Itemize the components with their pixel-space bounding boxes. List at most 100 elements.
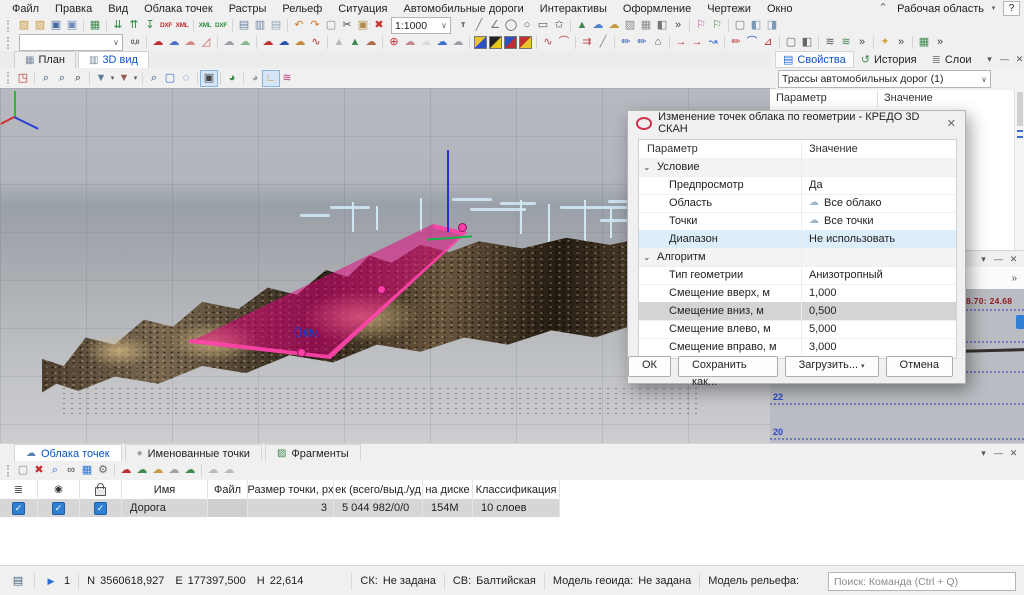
workspace-dropdown-icon[interactable]: ▾	[990, 1, 997, 16]
precision-icon[interactable]: 0,0	[127, 35, 143, 50]
filter-visibility-dropdown-icon[interactable]: ▾	[109, 71, 116, 86]
panel-menu-icon[interactable]: ▾	[977, 252, 990, 267]
lock-column-icon[interactable]	[80, 480, 122, 499]
file-column[interactable]: Файл	[208, 480, 248, 499]
pan-zoom-icon[interactable]: ⌕	[38, 71, 54, 86]
fill-style-icon[interactable]: ◧	[654, 18, 670, 33]
tab-fragments[interactable]: ▨ Фрагменты	[265, 444, 361, 462]
circle-icon[interactable]: ○	[519, 18, 535, 33]
save-icon[interactable]: ▣	[48, 18, 64, 33]
minimize-icon[interactable]: —	[998, 52, 1011, 67]
properties-scrollbar[interactable]	[1014, 90, 1024, 250]
raster-icon[interactable]: ▨	[622, 18, 638, 33]
object-selector-combobox[interactable]: Трассы автомобильных дорог (1) ∨	[778, 70, 991, 88]
dash-line-icon[interactable]: ╱	[595, 35, 611, 50]
tangent-icon[interactable]: ⌒	[556, 35, 572, 50]
properties-value-column[interactable]: Значение	[878, 90, 939, 107]
cloud-outline-icon[interactable]: ☁	[182, 35, 198, 50]
dialog-row-area[interactable]: Область ☁Все облако	[639, 194, 956, 213]
filter-visibility-icon[interactable]: ▼	[93, 71, 109, 86]
tab-3d-view[interactable]: ▥ 3D вид	[78, 51, 149, 68]
new-cloud-icon[interactable]: ▢	[15, 463, 31, 478]
cloud-table-icon[interactable]: ▦	[79, 463, 95, 478]
name-column[interactable]: Имя	[122, 480, 208, 499]
draw-order-icon[interactable]: ▤	[10, 574, 26, 589]
road-vertex-marker[interactable]	[297, 348, 306, 357]
dialog-row-offset-right[interactable]: Смещение вправо, м 3,000	[639, 338, 956, 357]
stack-checkbox[interactable]: ✓	[12, 502, 25, 515]
dialog-row-algorithm-group[interactable]: ⌄ Алгоритм	[639, 248, 956, 267]
load-button[interactable]: Загрузить...▾	[785, 356, 879, 377]
export-xml-icon[interactable]: XML	[197, 18, 213, 33]
close-icon[interactable]: ✕	[1007, 252, 1020, 267]
surface-add-icon[interactable]: ▲	[574, 18, 590, 33]
dialog-row-offset-up[interactable]: Смещение вверх, м 1,000	[639, 284, 956, 303]
classify-1-icon[interactable]	[475, 37, 486, 48]
cloud-green-icon[interactable]: ☁	[237, 35, 253, 50]
lock-checkbox[interactable]: ✓	[94, 502, 107, 515]
style-combobox[interactable]: ∨	[19, 34, 123, 51]
tent-icon[interactable]: ▲	[331, 35, 347, 50]
ok-button[interactable]: ОК	[628, 356, 671, 377]
overflow-icon[interactable]: »	[932, 35, 948, 50]
cloud-settings-icon[interactable]: ⚙	[95, 463, 111, 478]
delete-icon[interactable]: ✖	[371, 18, 387, 33]
menu-decoration[interactable]: Оформление	[615, 2, 699, 16]
mosaic-icon[interactable]: ▦	[638, 18, 654, 33]
menu-window[interactable]: Окно	[759, 2, 801, 16]
export-dxf-icon[interactable]: DXF	[213, 18, 229, 33]
delete-cloud-icon[interactable]: ✖	[31, 463, 47, 478]
tab-point-clouds[interactable]: ☁ Облака точек	[14, 444, 122, 462]
profile-overflow-icon[interactable]: »	[1011, 273, 1020, 284]
route-pink-icon[interactable]: ⚐	[693, 18, 709, 33]
redo-icon[interactable]: ↷	[307, 18, 323, 33]
dialog-value-column[interactable]: Значение	[802, 140, 956, 158]
tab-history[interactable]: ↺ История	[854, 52, 924, 67]
road-midpoint-marker[interactable]	[377, 285, 386, 294]
menu-relief[interactable]: Рельеф	[274, 2, 330, 16]
angle-icon[interactable]: ∠	[487, 18, 503, 33]
tab-properties[interactable]: ▤ Свойства	[776, 52, 853, 67]
draw-line-icon[interactable]: ✏	[634, 35, 650, 50]
window-layout-icon[interactable]: ◧	[748, 18, 764, 33]
point-size-column[interactable]: Размер точки, px	[248, 480, 334, 499]
tab-layers[interactable]: ≣ Слои	[925, 52, 979, 67]
cloud-archive-icon[interactable]: ☁	[606, 18, 622, 33]
export-model-icon[interactable]: ⇈	[126, 18, 142, 33]
help-button[interactable]: ?	[1003, 1, 1020, 16]
cloud-badge-red-icon[interactable]: ☁	[260, 35, 276, 50]
lamp-icon[interactable]: ✦	[877, 35, 893, 50]
import-dxf-icon[interactable]: DXF	[158, 18, 174, 33]
dialog-row-offset-down[interactable]: Смещение вниз, м 0,500	[639, 302, 956, 321]
road-green-icon[interactable]: ▦	[916, 35, 932, 50]
save-as-button[interactable]: Сохранить как...	[678, 356, 778, 377]
save-as-icon[interactable]: ▣	[64, 18, 80, 33]
draw-contour-icon[interactable]: ⌂	[650, 35, 666, 50]
globe-gray-icon[interactable]: ◕	[247, 71, 263, 86]
cloud-classification-cell[interactable]: 10 слоев	[473, 499, 560, 517]
edit-red-icon[interactable]: ✏	[728, 35, 744, 50]
menu-edit[interactable]: Правка	[47, 2, 100, 16]
overflow-icon[interactable]: »	[854, 35, 870, 50]
dialog-row-offset-left[interactable]: Смещение влево, м 5,000	[639, 320, 956, 339]
cloud-fill-icon[interactable]: ☁	[450, 35, 466, 50]
view-mosaic-icon[interactable]: ◧	[799, 35, 815, 50]
cloud-table-row[interactable]: ✓ ✓ ✓ Дорога 3 5 044 982/0/0 154М 10 сло…	[0, 499, 1024, 517]
arrow-curve-icon[interactable]: ↝	[705, 35, 721, 50]
dialog-row-condition-group[interactable]: ⌄ Условие	[639, 158, 956, 177]
import-model-icon[interactable]: ⇊	[110, 18, 126, 33]
menu-view[interactable]: Вид	[100, 2, 136, 16]
window-layout2-icon[interactable]: ◨	[764, 18, 780, 33]
copy-fragment-icon[interactable]: ▥	[252, 18, 268, 33]
menu-file[interactable]: Файл	[4, 2, 47, 16]
object-selector-dropdown-icon[interactable]: ∨	[981, 75, 987, 84]
cloud-solid-icon[interactable]: ☁	[166, 463, 182, 478]
cloud-classify-icon[interactable]: ☁	[134, 463, 150, 478]
filter-selection-icon[interactable]: ▼	[116, 71, 132, 86]
collapse-chevron-icon[interactable]: ⌄	[643, 162, 651, 173]
new-document-icon[interactable]: ▢	[323, 18, 339, 33]
undo-icon[interactable]: ↶	[291, 18, 307, 33]
cloud-cut-icon[interactable]: ☁	[363, 35, 379, 50]
classify-4-icon[interactable]	[520, 37, 531, 48]
ellipse-icon[interactable]: ◯	[503, 18, 519, 33]
